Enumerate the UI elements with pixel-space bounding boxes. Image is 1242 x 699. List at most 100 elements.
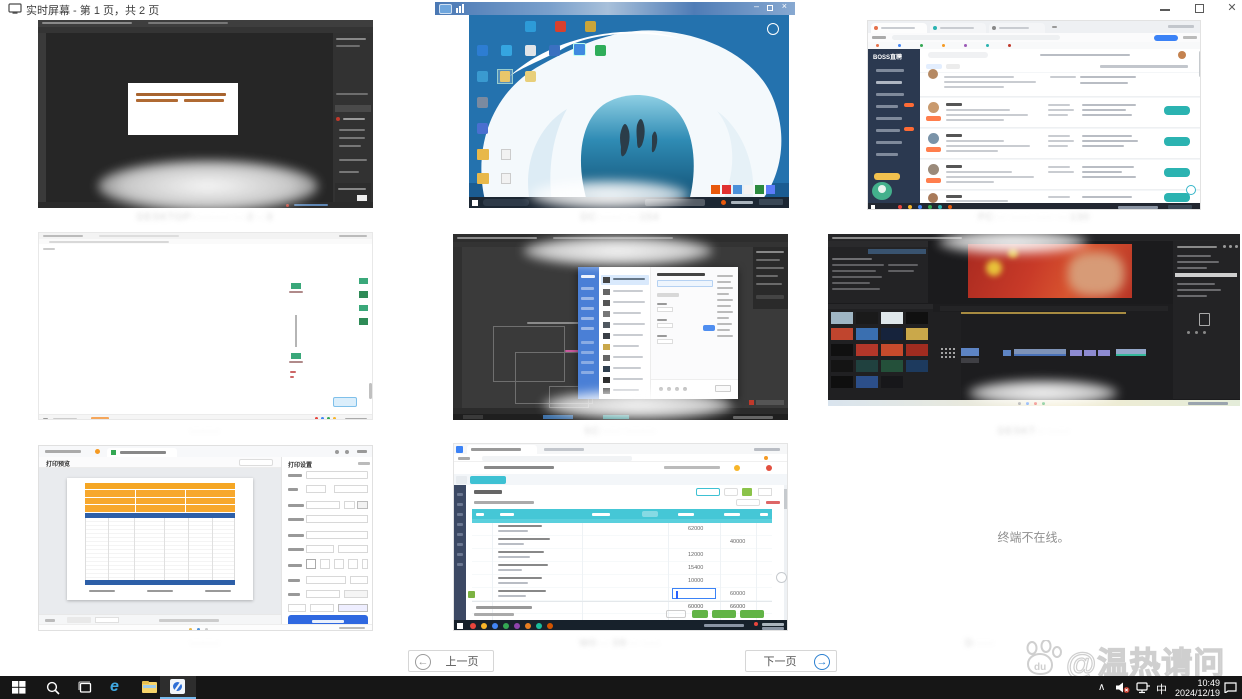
scrollbar[interactable] bbox=[1199, 51, 1201, 77]
tray-date: 2024/12/19 bbox=[1172, 688, 1220, 698]
stamp-icon bbox=[291, 283, 301, 289]
thumbnail-caption: ······· bbox=[190, 426, 220, 437]
remote-window-titlebar: – × bbox=[435, 2, 795, 15]
candidate-card bbox=[920, 98, 1201, 128]
thumbnail-caption: ······· bbox=[190, 638, 220, 649]
candidate-card bbox=[920, 73, 1201, 97]
remote-taskbar bbox=[469, 197, 789, 208]
thumbnail-video-editor[interactable] bbox=[828, 234, 1240, 406]
clock[interactable]: 10:49 2024/12/19 bbox=[1172, 678, 1220, 699]
ve-effects-panel bbox=[828, 241, 928, 303]
tray-time: 10:49 bbox=[1172, 678, 1220, 688]
task-view-icon[interactable] bbox=[70, 676, 100, 699]
ve-media-bin bbox=[828, 304, 933, 400]
search-icon[interactable] bbox=[38, 676, 68, 699]
next-page-button[interactable]: 下一页 → bbox=[745, 650, 837, 672]
trash-icon bbox=[1199, 313, 1210, 326]
stamp-icon bbox=[359, 278, 368, 284]
svg-text:du: du bbox=[1034, 662, 1046, 673]
dialog-button bbox=[703, 325, 715, 331]
thumbnail-finance-app[interactable]: 62000 40000 12000 15400 10000 60000 600 bbox=[453, 443, 788, 631]
windows-taskbar: e ∧ 中 10:49 2024/12/19 bbox=[0, 676, 1242, 699]
remote-app-icon bbox=[439, 4, 452, 14]
save-button bbox=[692, 610, 708, 618]
active-tab bbox=[470, 476, 506, 484]
prev-page-button[interactable]: ← 上一页 bbox=[408, 650, 494, 672]
ve-timeline bbox=[933, 304, 1173, 400]
remote-restore-icon bbox=[767, 5, 773, 11]
timeline-clip bbox=[961, 348, 979, 356]
watermark: du @温热请问 bbox=[1022, 638, 1242, 678]
chat-button bbox=[1164, 106, 1190, 115]
print-page-area bbox=[39, 468, 281, 614]
print-settings-label: 打印设置 bbox=[288, 460, 312, 469]
thumbnail-caption: DC······ ···154 bbox=[581, 212, 660, 223]
badge bbox=[333, 397, 357, 407]
candidate-card bbox=[920, 191, 1201, 203]
print-preview-label: 打印预览 bbox=[46, 459, 70, 468]
thumbnail-boss-site[interactable]: BOSS直聘 bbox=[867, 20, 1201, 210]
maximize-button[interactable] bbox=[1185, 0, 1215, 16]
notification-center-icon[interactable] bbox=[1222, 676, 1240, 699]
remote-taskbar bbox=[868, 203, 1201, 210]
candidate-card bbox=[920, 160, 1201, 190]
cad-toolbar bbox=[453, 247, 462, 408]
candidate-card bbox=[920, 129, 1201, 159]
file-dialog bbox=[578, 267, 738, 399]
prev-page-label: 上一页 bbox=[446, 656, 479, 668]
ime-indicator[interactable]: 中 bbox=[1156, 681, 1167, 699]
app-sidebar bbox=[454, 485, 466, 620]
bookmarks-bar bbox=[868, 42, 1201, 49]
remote-close-icon: × bbox=[782, 2, 787, 11]
thumbnail-photoshop[interactable] bbox=[38, 20, 373, 208]
feedback-widget bbox=[1186, 185, 1196, 195]
ps-canvas-area bbox=[46, 33, 333, 202]
dialog-list bbox=[599, 267, 651, 399]
prev-arrow-icon: ← bbox=[415, 654, 431, 670]
row-check-icon bbox=[468, 591, 475, 598]
scrollbar[interactable] bbox=[369, 383, 372, 399]
thumbnail-caption: DESKTOP-········ ···2···3 bbox=[137, 212, 273, 223]
close-button[interactable]: ✕ bbox=[1217, 0, 1242, 16]
baidu-paw-icon: du bbox=[1022, 640, 1064, 676]
browser-tabs bbox=[868, 21, 1201, 33]
thumbnail-blank-document[interactable] bbox=[38, 232, 373, 420]
ve-project-panel bbox=[1173, 241, 1240, 399]
minimize-button[interactable] bbox=[1150, 0, 1180, 16]
next-arrow-icon: → bbox=[814, 654, 830, 670]
ps-document bbox=[128, 83, 238, 135]
editing-cell[interactable] bbox=[672, 588, 716, 599]
cad-panel bbox=[753, 247, 788, 309]
boss-sidebar: BOSS直聘 bbox=[868, 49, 920, 203]
remote-minimize-icon: – bbox=[754, 2, 759, 11]
thumbnail-cad-dialog[interactable] bbox=[453, 234, 788, 420]
floating-widget bbox=[776, 572, 787, 583]
dialog-detail bbox=[651, 267, 738, 399]
thumbnail-print-preview[interactable]: 打印预览 bbox=[38, 445, 373, 631]
browser-addressbar bbox=[868, 33, 1201, 42]
thumbnail-offline: 终端不在线。 bbox=[825, 443, 1242, 631]
thumbnail-desktop[interactable]: – × bbox=[435, 2, 795, 208]
network-icon[interactable] bbox=[1134, 676, 1154, 699]
start-button[interactable] bbox=[4, 676, 34, 699]
ve-preview bbox=[968, 244, 1132, 298]
tray-chevron-icon[interactable]: ∧ bbox=[1098, 682, 1105, 699]
live-screen-window: 实时屏幕 - 第 1 页，共 2 页 ✕ bbox=[0, 0, 1242, 699]
edge-browser-icon[interactable]: e bbox=[102, 676, 132, 699]
thumbnail-caption: SC····· ······· bbox=[584, 426, 656, 437]
offline-text: 终端不在线。 bbox=[997, 529, 1069, 546]
active-app-button[interactable] bbox=[160, 676, 196, 699]
boss-logo: BOSS直聘 bbox=[873, 52, 902, 61]
thumbnail-caption: W0··· 09··· ···· bbox=[580, 638, 661, 649]
desktop-wallpaper bbox=[469, 15, 789, 208]
thumbnail-caption: PC··· ····· ···· ···130 bbox=[978, 212, 1090, 223]
voucher-table-area: 62000 40000 12000 15400 10000 60000 600 bbox=[466, 485, 783, 620]
active-app-icon bbox=[170, 679, 185, 694]
desktop-settings-icon bbox=[767, 23, 779, 35]
desktop-icon bbox=[525, 21, 536, 32]
next-page-label: 下一页 bbox=[764, 656, 797, 668]
boss-content bbox=[920, 49, 1201, 203]
thumbnail-caption: DESKT·· ····· bbox=[998, 426, 1070, 437]
volume-muted-icon[interactable] bbox=[1114, 676, 1132, 699]
signal-icon bbox=[456, 8, 458, 13]
